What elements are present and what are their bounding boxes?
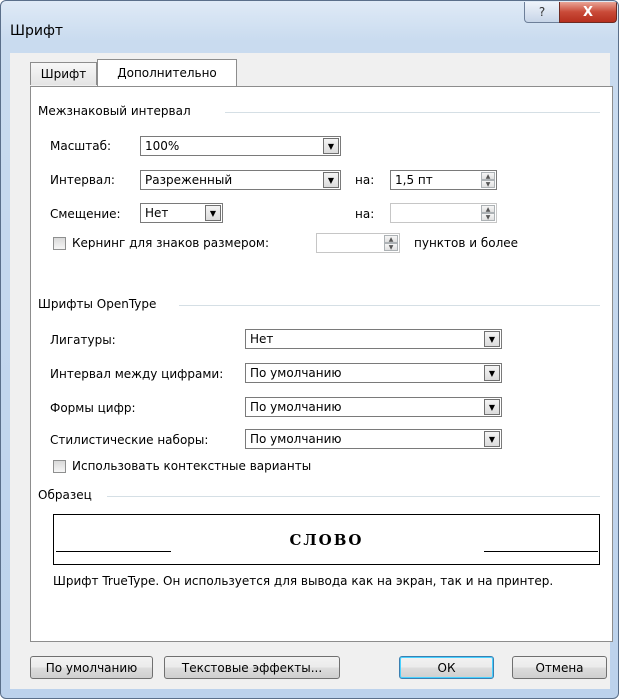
- tab-font[interactable]: Шрифт: [30, 62, 97, 85]
- position-by-label: на:: [355, 207, 375, 221]
- kerning-label: Кернинг для знаков размером:: [72, 236, 270, 250]
- number-forms-select[interactable]: По умолчанию ▼: [245, 397, 502, 417]
- opentype-group-label: Шрифты OpenType: [38, 297, 157, 311]
- kerning-spinner[interactable]: ▲ ▼: [316, 233, 400, 253]
- spin-down-icon[interactable]: ▼: [481, 213, 495, 221]
- spin-up-icon[interactable]: ▲: [481, 172, 495, 180]
- contextual-label: Использовать контекстные варианты: [72, 459, 312, 473]
- close-icon: X: [582, 4, 594, 20]
- contextual-checkbox[interactable]: [53, 460, 66, 473]
- ligatures-value: Нет: [250, 332, 274, 346]
- stylistic-sets-value: По умолчанию: [250, 432, 342, 446]
- spacing-group-label: Межзнаковый интервал: [38, 104, 191, 118]
- position-value: Нет: [145, 206, 169, 220]
- ligatures-select[interactable]: Нет ▼: [245, 329, 502, 349]
- scale-label: Масштаб:: [50, 139, 112, 153]
- opentype-group-divider: [179, 305, 600, 306]
- preview-group-label: Образец: [38, 488, 92, 502]
- spin-up-icon[interactable]: ▲: [384, 235, 398, 243]
- set-default-button[interactable]: По умолчанию: [30, 656, 153, 679]
- cancel-button-label: Отмена: [535, 660, 584, 675]
- tab-advanced[interactable]: Дополнительно: [97, 59, 237, 86]
- position-by-spinner[interactable]: ▲ ▼: [390, 203, 497, 223]
- spacing-group-divider: [225, 112, 600, 113]
- chevron-down-icon[interactable]: ▼: [484, 331, 500, 347]
- stylistic-sets-label: Стилистические наборы:: [50, 433, 209, 447]
- chevron-down-icon[interactable]: ▼: [484, 399, 500, 415]
- spacing-by-spinner[interactable]: 1,5 пт ▲ ▼: [390, 170, 497, 190]
- chevron-down-icon[interactable]: ▼: [323, 138, 339, 154]
- chevron-down-icon[interactable]: ▼: [205, 205, 221, 221]
- tab-font-label: Шрифт: [40, 67, 87, 81]
- spacing-value: Разреженный: [145, 173, 233, 187]
- window-title: Шрифт: [10, 23, 64, 39]
- ok-button[interactable]: ОК: [399, 656, 494, 679]
- tab-advanced-label: Дополнительно: [117, 66, 217, 80]
- stylistic-sets-select[interactable]: По умолчанию ▼: [245, 429, 502, 449]
- chevron-down-icon[interactable]: ▼: [484, 431, 500, 447]
- chevron-down-icon[interactable]: ▼: [323, 172, 339, 188]
- preview-description: Шрифт TrueType. Он используется для выво…: [53, 574, 554, 588]
- spacing-by-label: на:: [355, 173, 375, 187]
- help-button[interactable]: ?: [524, 2, 560, 23]
- font-dialog: Шрифт ? X Шрифт Дополнительно Межзнаковы…: [0, 0, 619, 699]
- ligatures-label: Лигатуры:: [50, 333, 116, 347]
- title-bar: Шрифт ? X: [1, 1, 618, 51]
- spin-down-icon[interactable]: ▼: [384, 243, 398, 251]
- preview-sample-text: СЛОВО: [289, 531, 364, 549]
- text-effects-button[interactable]: Текстовые эффекты...: [164, 656, 340, 679]
- scale-value: 100%: [145, 139, 180, 153]
- number-spacing-select[interactable]: По умолчанию ▼: [245, 363, 502, 383]
- kerning-suffix: пунктов и более: [414, 236, 519, 250]
- help-icon: ?: [538, 5, 546, 19]
- position-select[interactable]: Нет ▼: [140, 203, 223, 223]
- spacing-label: Интервал:: [50, 173, 115, 187]
- chevron-down-icon[interactable]: ▼: [484, 365, 500, 381]
- ok-button-label: ОК: [437, 660, 456, 675]
- spacing-select[interactable]: Разреженный ▼: [140, 170, 341, 190]
- preview-baseline-right: [484, 551, 598, 552]
- spacing-by-value: 1,5 пт: [395, 173, 433, 187]
- number-spacing-label: Интервал между цифрами:: [50, 367, 224, 381]
- kerning-checkbox[interactable]: [53, 237, 66, 250]
- cancel-button[interactable]: Отмена: [512, 656, 607, 679]
- spin-down-icon[interactable]: ▼: [481, 180, 495, 188]
- preview-baseline-left: [56, 551, 171, 552]
- preview-box: СЛОВО: [53, 514, 600, 565]
- position-label: Смещение:: [50, 207, 121, 221]
- preview-group-divider: [107, 496, 600, 497]
- set-default-button-label: По умолчанию: [45, 660, 138, 675]
- number-forms-value: По умолчанию: [250, 400, 342, 414]
- number-forms-label: Формы цифр:: [50, 401, 136, 415]
- spin-up-icon[interactable]: ▲: [481, 205, 495, 213]
- text-effects-button-label: Текстовые эффекты...: [181, 660, 323, 675]
- scale-select[interactable]: 100% ▼: [140, 136, 341, 156]
- close-button[interactable]: X: [559, 2, 617, 23]
- number-spacing-value: По умолчанию: [250, 366, 342, 380]
